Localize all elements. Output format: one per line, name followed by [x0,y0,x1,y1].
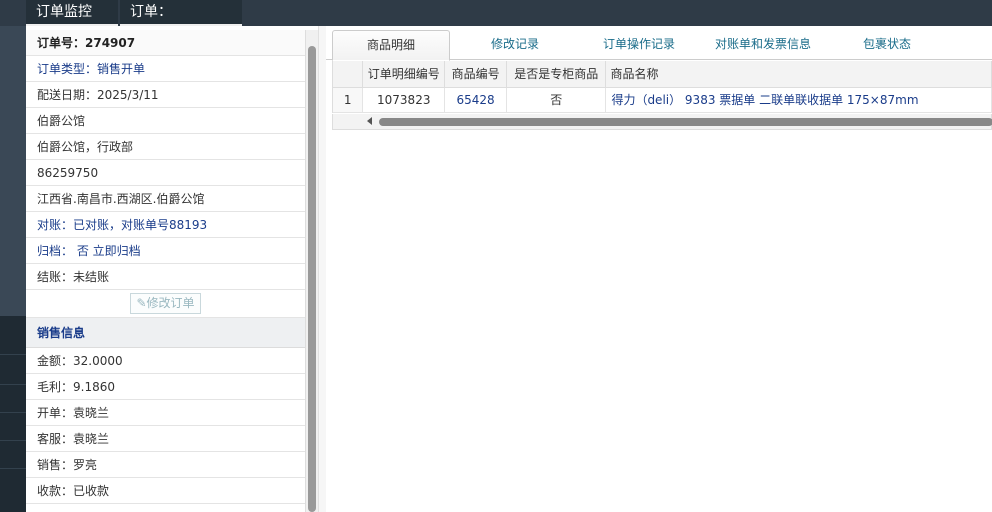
product-grid: 订单明细编号 商品编号 是否是专柜商品 商品名称 1 1073823 65428… [332,61,992,113]
top-tab-bar: 订单监控✕ 订单：274907✕ [0,0,992,44]
detail-tab-bar: 商品明细 修改记录 订单操作记录 对账单和发票信息 包裹状态 [326,30,992,61]
settle-status: 结账：未结账 [26,264,305,290]
detail-number-cell: 1073823 [362,87,446,113]
scroll-left-icon[interactable] [367,117,372,125]
divider [0,468,26,469]
sales-info-header: 销售信息 [26,318,305,348]
rownum-header [333,61,364,88]
sales-service: 客服：袁晓兰 [26,426,305,452]
sales-issuer: 开单：袁晓兰 [26,400,305,426]
delivery-date: 配送日期：2025/3/11 [26,82,305,108]
grid-header-row: 订单明细编号 商品编号 是否是专柜商品 商品名称 [333,61,992,88]
sales-salesman: 销售：罗亮 [26,452,305,478]
tab-order-monitor[interactable]: 订单监控✕ [26,0,118,44]
customer-address: 江西省.南昌市.西湖区.伯爵公馆 [26,186,305,212]
divider [0,440,26,441]
customer-phone: 86259750 [26,160,305,186]
order-detail-area: 商品明细 修改记录 订单操作记录 对账单和发票信息 包裹状态 订单明细编号 商品… [326,26,992,512]
column-header[interactable]: 商品编号 [444,61,507,88]
customer-department: 伯爵公馆，行政部 [26,134,305,160]
order-info-panel: 订单号：274907 订单类型：销售开单 配送日期：2025/3/11 伯爵公馆… [26,30,306,512]
tab-package-status[interactable]: 包裹状态 [828,30,946,60]
left-nav-strip [0,26,26,512]
scrollbar-thumb[interactable] [379,118,992,126]
row-number: 1 [333,87,364,113]
counter-flag-cell: 否 [506,87,607,113]
tab-order-detail[interactable]: 订单：274907✕ [120,0,242,44]
column-header[interactable]: 订单明细编号 [362,61,446,88]
reconcile-status[interactable]: 对账：已对账，对账单号88193 [26,212,305,238]
divider [0,412,26,413]
tab-statement-invoice[interactable]: 对账单和发票信息 [704,30,822,60]
grid-horizontal-scrollbar[interactable] [332,114,992,130]
product-name-cell[interactable]: 得力（deli） 9383 票据单 二联单联收据单 175×87mm [605,87,992,113]
panel-scrollbar[interactable] [306,30,318,512]
tab-modify-log[interactable]: 修改记录 [456,30,574,60]
edit-order-label: 修改订单 [146,296,195,310]
divider [0,384,26,385]
product-number-cell[interactable]: 65428 [444,87,507,113]
tab-label: 订单监控 [36,4,92,20]
sales-payment: 收款：已收款 [26,478,305,504]
order-number: 订单号：274907 [26,30,305,56]
tab-operation-log[interactable]: 订单操作记录 [580,30,698,60]
order-type: 订单类型：销售开单 [26,56,305,82]
column-header[interactable]: 商品名称 [605,61,992,88]
edit-icon: ✎ [136,296,147,310]
scrollbar-thumb[interactable] [308,46,316,512]
left-nav-lower [0,316,26,512]
table-row[interactable]: 1 1073823 65428 否 得力（deli） 9383 票据单 二联单联… [333,87,992,113]
sales-amount: 金额：32.0000 [26,348,305,374]
tab-product-detail[interactable]: 商品明细 [332,30,450,61]
edit-button-row: ✎修改订单 [26,290,305,318]
splitter[interactable] [318,26,326,512]
column-header[interactable]: 是否是专柜商品 [506,61,607,88]
edit-order-button[interactable]: ✎修改订单 [130,293,201,314]
divider [0,354,26,355]
archive-status[interactable]: 归档： 否 立即归档 [26,238,305,264]
customer-name: 伯爵公馆 [26,108,305,134]
sales-profit: 毛利：9.1860 [26,374,305,400]
